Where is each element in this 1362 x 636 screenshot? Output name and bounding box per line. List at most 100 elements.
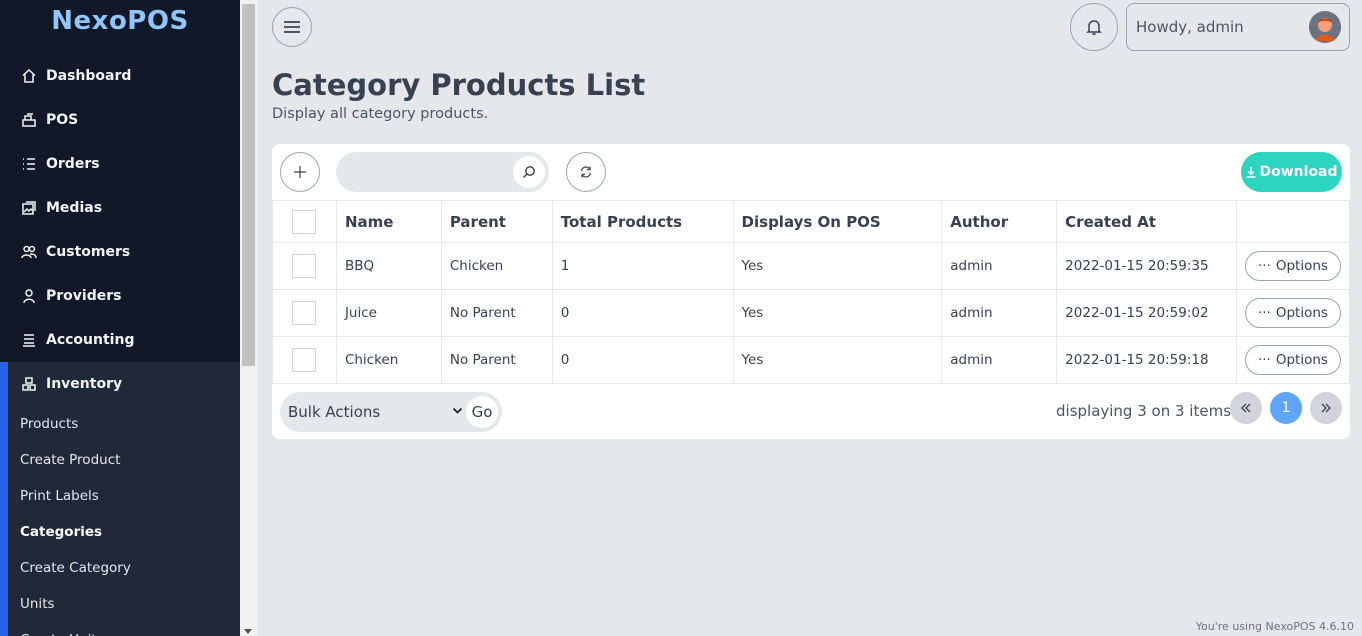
cell-total-products: 1 — [551, 242, 734, 290]
stack-icon — [20, 331, 38, 349]
cell-displays-on-pos: Yes — [732, 289, 943, 337]
column-header-parent[interactable]: Parent — [440, 200, 553, 243]
add-button[interactable] — [280, 152, 320, 192]
sidebar-item-dashboard[interactable]: Dashboard — [0, 54, 240, 98]
download-icon — [1246, 167, 1256, 178]
submenu-item-print-labels[interactable]: Print Labels — [8, 478, 240, 514]
user-greeting: Howdy, admin — [1136, 18, 1244, 36]
search-field[interactable] — [336, 152, 549, 192]
table-header-row: Name Parent Total Products Displays On P… — [272, 200, 1350, 243]
submenu-item-units[interactable]: Units — [8, 586, 240, 622]
search-button[interactable] — [513, 156, 545, 188]
cell-total-products: 0 — [551, 336, 734, 384]
first-page-button[interactable] — [1230, 392, 1262, 424]
column-header-total-products[interactable]: Total Products — [551, 200, 734, 243]
row-checkbox[interactable] — [292, 348, 317, 372]
sidebar-item-inventory[interactable]: Inventory — [0, 362, 240, 406]
hamburger-icon — [284, 21, 300, 33]
sidebar-item-orders[interactable]: Orders — [0, 142, 240, 186]
notifications-button[interactable] — [1070, 3, 1118, 51]
inventory-submenu: Products Create Product Print Labels Cat… — [0, 406, 240, 636]
scrollbar-thumb[interactable] — [242, 4, 255, 366]
submenu-item-products[interactable]: Products — [8, 406, 240, 442]
cell-displays-on-pos: Yes — [732, 242, 943, 290]
sidebar-item-pos[interactable]: POS — [0, 98, 240, 142]
page-button-current[interactable]: 1 — [1270, 392, 1302, 424]
go-label: Go — [471, 403, 493, 421]
row-options-button[interactable]: ··· Options — [1244, 345, 1341, 375]
main-content: Howdy, admin Category Products List Disp… — [257, 0, 1362, 636]
user-menu-button[interactable]: Howdy, admin — [1126, 3, 1350, 51]
bulk-actions-label: Bulk Actions — [288, 403, 381, 421]
submenu-item-create-unit[interactable]: Create Unit — [8, 622, 240, 636]
brand-name: NexoPOS — [51, 6, 189, 36]
sidebar-item-label: Medias — [46, 200, 103, 216]
double-chevron-left-icon — [1241, 403, 1251, 413]
cell-parent: No Parent — [440, 289, 553, 337]
column-header-name[interactable]: Name — [335, 200, 442, 243]
dots-icon: ··· — [1257, 258, 1271, 274]
column-header-created-at[interactable]: Created At — [1056, 200, 1237, 243]
column-header-actions — [1235, 200, 1350, 243]
cell-displays-on-pos: Yes — [732, 336, 943, 384]
users-icon — [20, 243, 38, 261]
row-options-button[interactable]: ··· Options — [1244, 251, 1341, 281]
options-label: Options — [1275, 258, 1328, 274]
cell-created-at: 2022-01-15 20:59:35 — [1056, 242, 1237, 290]
cell-author: admin — [941, 336, 1058, 384]
table-footer: Bulk Actions Go displaying 3 on 3 items … — [272, 384, 1350, 439]
cell-created-at: 2022-01-15 20:59:18 — [1056, 336, 1237, 384]
cell-total-products: 0 — [551, 289, 734, 337]
double-chevron-right-icon — [1321, 403, 1331, 413]
row-checkbox[interactable] — [292, 301, 317, 325]
sidebar-item-label: Orders — [46, 156, 100, 172]
row-checkbox[interactable] — [292, 254, 317, 278]
chevron-down-icon — [452, 407, 463, 414]
sidebar: NexoPOS Dashboard POS Orders Medias Cust… — [0, 0, 240, 636]
home-icon — [20, 67, 38, 85]
crud-table-card: Download Name Parent Total Products Disp… — [272, 144, 1350, 439]
table-row: Chicken No Parent 0 Yes admin 2022-01-15… — [272, 336, 1350, 384]
last-page-button[interactable] — [1310, 392, 1342, 424]
sidebar-item-label: Customers — [46, 244, 131, 260]
submenu-item-create-category[interactable]: Create Category — [8, 550, 240, 586]
scroll-down-arrow-icon[interactable] — [244, 629, 252, 634]
cell-parent: No Parent — [440, 336, 553, 384]
sidebar-item-label: POS — [46, 112, 79, 128]
table-row: Juice No Parent 0 Yes admin 2022-01-15 2… — [272, 289, 1350, 337]
user-icon — [20, 287, 38, 305]
submenu-item-create-product[interactable]: Create Product — [8, 442, 240, 478]
table-row: BBQ Chicken 1 Yes admin 2022-01-15 20:59… — [272, 242, 1350, 290]
sidebar-scrollbar[interactable] — [240, 0, 257, 636]
sidebar-item-customers[interactable]: Customers — [0, 230, 240, 274]
table-toolbar: Download — [272, 144, 1350, 200]
plus-icon — [294, 166, 306, 178]
cell-name: BBQ — [335, 242, 442, 290]
sidebar-item-accounting[interactable]: Accounting — [0, 318, 240, 362]
pagination-info: displaying 3 on 3 items — [1056, 402, 1232, 420]
sidebar-item-label: Inventory — [46, 376, 123, 392]
column-header-author[interactable]: Author — [941, 200, 1058, 243]
cell-author: admin — [941, 242, 1058, 290]
inventory-icon — [20, 375, 38, 393]
refresh-button[interactable] — [566, 152, 606, 192]
list-icon — [20, 155, 38, 173]
search-icon — [523, 166, 535, 178]
cell-author: admin — [941, 289, 1058, 337]
bulk-go-button[interactable]: Go — [466, 396, 498, 428]
column-header-displays-on-pos[interactable]: Displays On POS — [732, 200, 943, 243]
avatar — [1309, 11, 1341, 43]
refresh-icon — [580, 166, 592, 178]
menu-toggle-button[interactable] — [272, 7, 312, 47]
page-title: Category Products List — [272, 68, 646, 102]
row-options-button[interactable]: ··· Options — [1244, 298, 1341, 328]
download-label: Download — [1259, 164, 1338, 180]
bulk-actions-select[interactable]: Bulk Actions Go — [280, 392, 502, 432]
sidebar-item-medias[interactable]: Medias — [0, 186, 240, 230]
select-all-checkbox[interactable] — [292, 209, 317, 234]
sidebar-item-providers[interactable]: Providers — [0, 274, 240, 318]
submenu-item-categories[interactable]: Categories — [8, 514, 240, 550]
download-button[interactable]: Download — [1241, 152, 1342, 192]
brand-logo[interactable]: NexoPOS — [0, 0, 240, 42]
cell-name: Juice — [335, 289, 442, 337]
